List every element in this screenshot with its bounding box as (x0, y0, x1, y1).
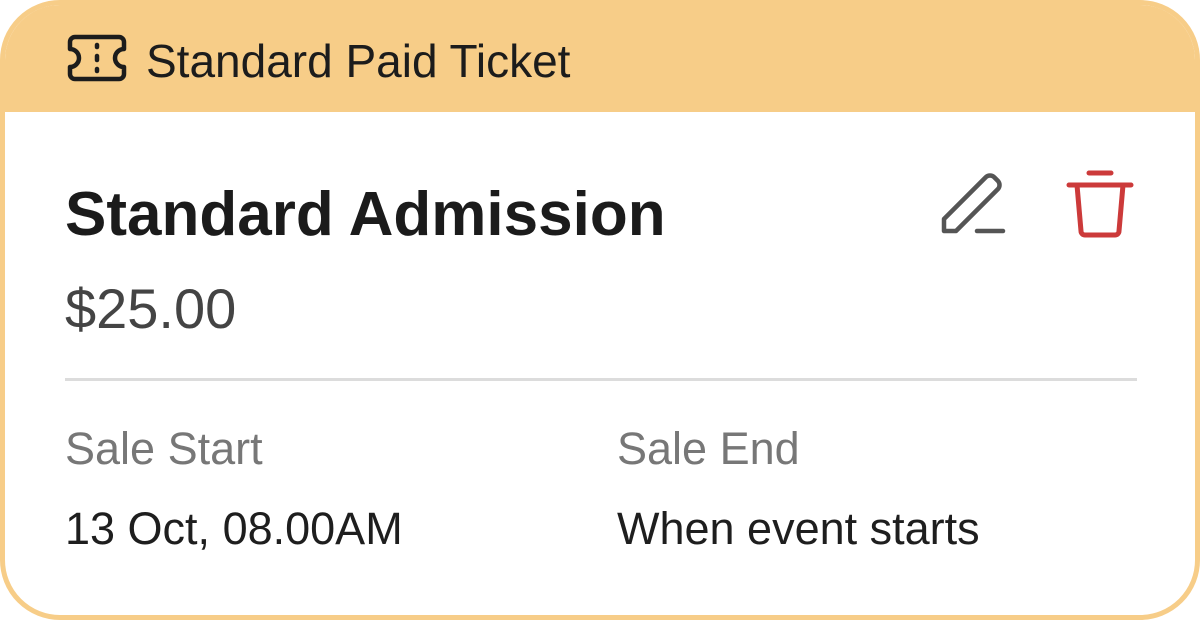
sale-start-label: Sale Start (65, 423, 263, 474)
sale-end-label: Sale End (617, 423, 800, 474)
ticket-price: $25.00 (65, 277, 237, 340)
delete-button[interactable] (1063, 167, 1139, 241)
trash-icon (1063, 170, 1139, 245)
ticket-icon (67, 32, 127, 84)
sale-end-value: When event starts (617, 503, 980, 554)
edit-button[interactable] (933, 169, 1009, 241)
sale-start-value: 13 Oct, 08.00AM (65, 503, 403, 554)
card-header: Standard Paid Ticket (5, 5, 1195, 112)
pencil-icon (933, 173, 1009, 245)
ticket-type-title: Standard Paid Ticket (146, 35, 571, 87)
ticket-name: Standard Admission (65, 180, 666, 249)
ticket-card: Standard Paid Ticket Standard Admission … (0, 0, 1200, 620)
divider (65, 378, 1137, 381)
